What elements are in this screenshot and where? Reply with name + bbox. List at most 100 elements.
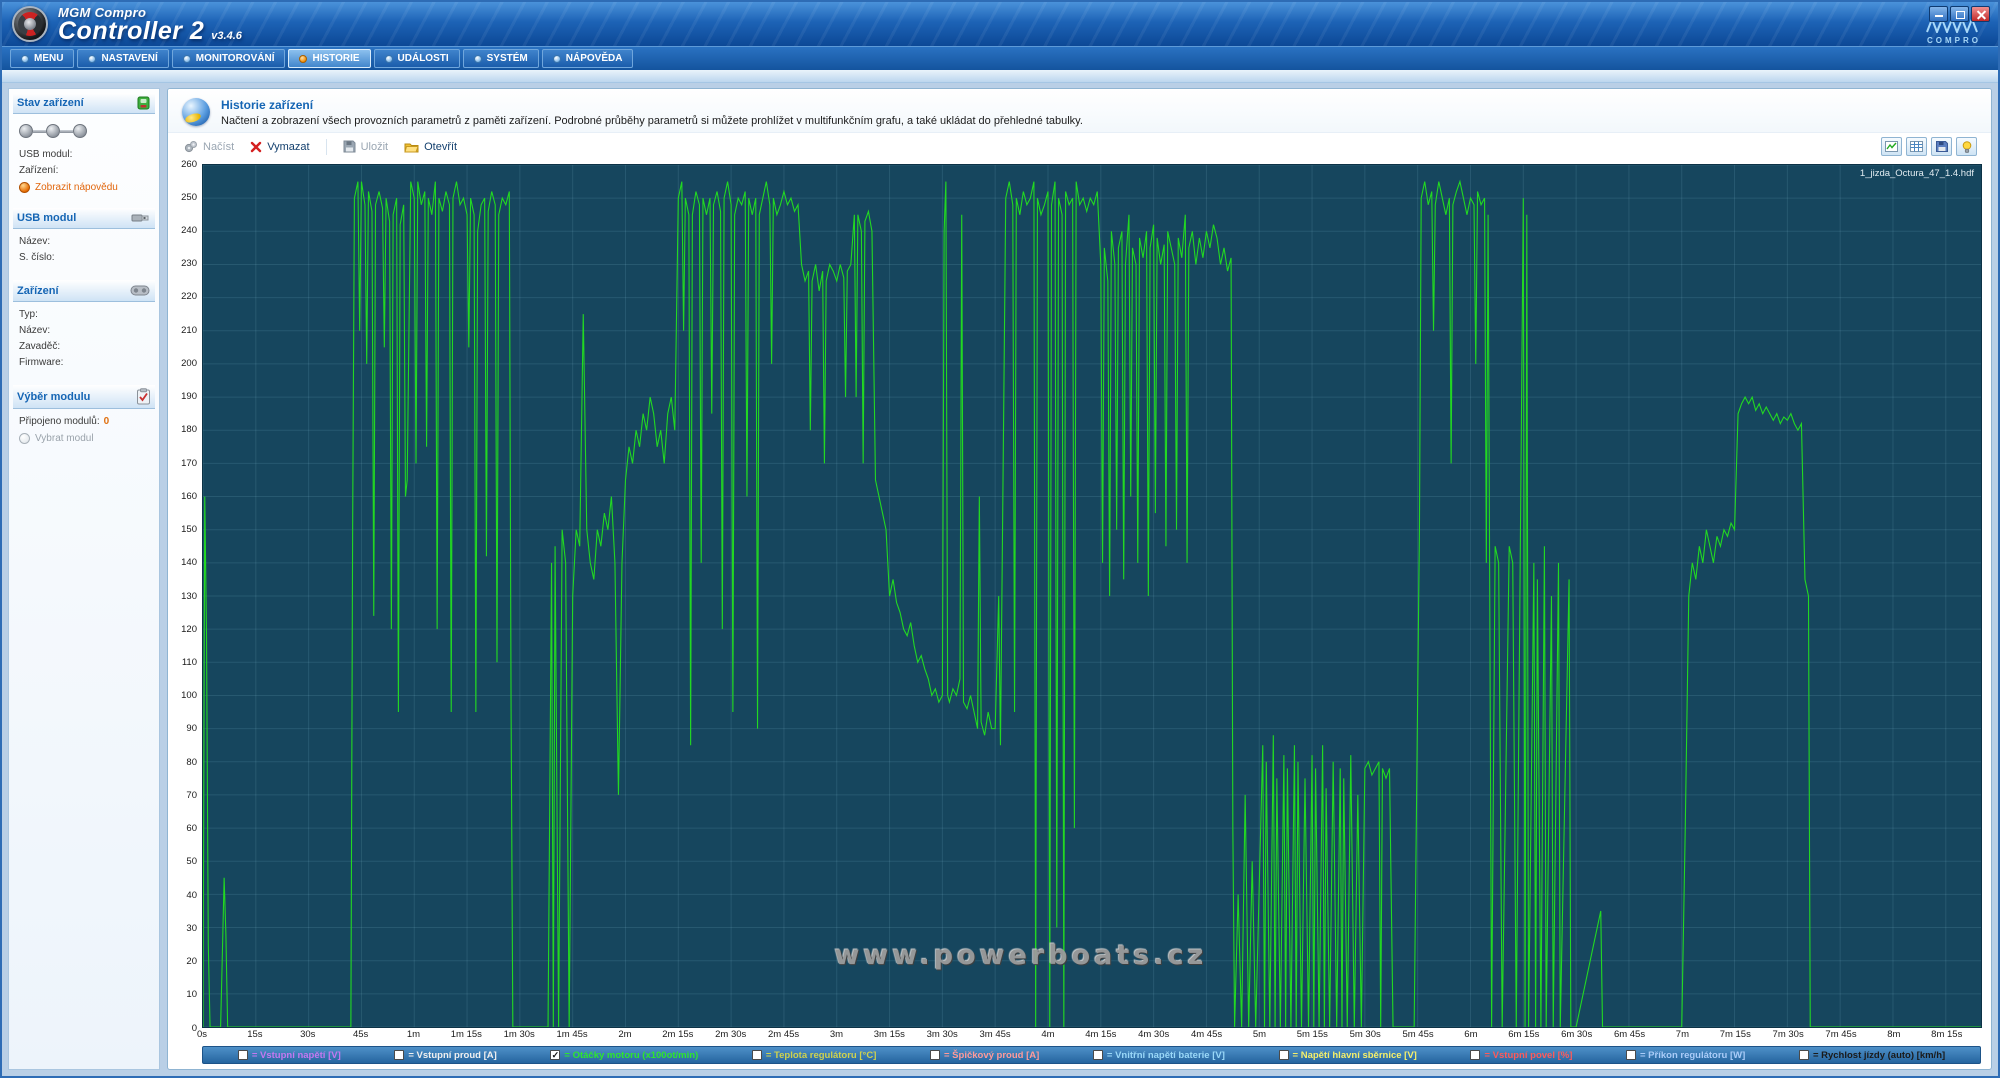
x-tick-label: 3m 30s bbox=[926, 1029, 958, 1040]
legend-checkbox[interactable] bbox=[1798, 1050, 1809, 1060]
connected-modules-label: Připojeno modulů: bbox=[19, 415, 100, 427]
legend-item[interactable]: = Vnitřní napětí baterie [V] bbox=[1092, 1050, 1225, 1061]
legend-item[interactable]: = Vstupní povel [%] bbox=[1470, 1050, 1572, 1061]
legend-label: = Vstupní proud [A] bbox=[408, 1049, 497, 1061]
graph-export-button[interactable] bbox=[1881, 137, 1902, 156]
y-tick-label: 30 bbox=[186, 922, 197, 934]
tab-menu[interactable]: MENU bbox=[10, 49, 75, 68]
device-toggle-icon bbox=[137, 96, 150, 110]
x-tick-label: 6m 30s bbox=[1561, 1029, 1593, 1040]
table-export-button[interactable] bbox=[1906, 137, 1927, 156]
tab-label: NÁPOVĚDA bbox=[565, 53, 623, 64]
gamepad-icon bbox=[130, 285, 150, 296]
device-panel-title: Zařízení bbox=[17, 284, 59, 297]
chart-plot[interactable]: 1_jizda_Octura_47_1.4.hdf www.powerboats… bbox=[202, 164, 1982, 1028]
hint-button[interactable] bbox=[1956, 137, 1977, 156]
y-tick-label: 110 bbox=[181, 656, 197, 668]
y-tick-label: 70 bbox=[186, 789, 197, 801]
y-tick-label: 210 bbox=[181, 324, 197, 336]
y-tick-label: 40 bbox=[186, 889, 197, 901]
tab-nápověda[interactable]: NÁPOVĚDA bbox=[541, 49, 634, 68]
legend-checkbox[interactable] bbox=[237, 1050, 248, 1060]
field-row: S. číslo: bbox=[15, 249, 153, 265]
x-tick-label: 4m 15s bbox=[1085, 1029, 1117, 1040]
tab-label: UDÁLOSTI bbox=[397, 53, 449, 64]
menubar: MENU NASTAVENÍ MONITOROVÁNÍ HISTORIE UDÁLOST… bbox=[2, 46, 1998, 70]
tab-systém[interactable]: SYSTÉM bbox=[462, 49, 539, 68]
tab-historie[interactable]: HISTORIE bbox=[288, 49, 371, 68]
x-tick-label: 2m 45s bbox=[768, 1029, 800, 1040]
x-tick-label: 0s bbox=[196, 1029, 208, 1040]
module-clipboard-icon bbox=[137, 388, 150, 405]
legend-label: = Špičkový proud [A] bbox=[944, 1049, 1040, 1061]
y-tick-label: 260 bbox=[181, 158, 197, 170]
load-button-label: Načíst bbox=[203, 140, 235, 153]
x-tick-label: 7m 45s bbox=[1825, 1029, 1857, 1040]
tab-label: MONITOROVÁNÍ bbox=[195, 53, 275, 64]
legend-checkbox[interactable] bbox=[394, 1050, 405, 1060]
minimize-button[interactable] bbox=[1929, 6, 1948, 22]
x-tick-label: 7m 30s bbox=[1772, 1029, 1804, 1040]
x-tick-label: 8m bbox=[1887, 1029, 1901, 1040]
legend-label: = Teplota regulátoru [°C] bbox=[765, 1049, 877, 1061]
module-select-panel: Výběr modulu Připojeno modulů: 0 Vybrat bbox=[13, 385, 155, 448]
maximize-button[interactable] bbox=[1950, 6, 1969, 22]
clear-button-label: Vymazat bbox=[267, 140, 310, 153]
legend-item[interactable]: = Příkon regulátoru [W] bbox=[1626, 1050, 1745, 1061]
clear-button[interactable]: Vymazat bbox=[250, 140, 310, 153]
legend-item[interactable]: = Vstupní napětí [V] bbox=[237, 1050, 341, 1061]
toolbar: Načíst Vymazat Uložit Otevřít bbox=[168, 132, 1991, 160]
legend-item[interactable]: = Teplota regulátoru [°C] bbox=[751, 1049, 877, 1061]
x-tick-label: 5m 15s bbox=[1296, 1029, 1328, 1040]
usb-fields: Název: S. číslo: bbox=[15, 233, 153, 265]
close-button[interactable] bbox=[1971, 6, 1990, 22]
tab-nastavení[interactable]: NASTAVENÍ bbox=[77, 49, 169, 68]
show-help-link[interactable]: Zobrazit nápovědu bbox=[15, 178, 153, 193]
red-x-icon bbox=[250, 141, 262, 152]
tab-monitorování[interactable]: MONITOROVÁNÍ bbox=[171, 49, 286, 68]
hint-bulb-icon bbox=[1962, 140, 1971, 153]
usb-module-panel: USB modul Název: S. číslo: bbox=[13, 208, 155, 265]
table-export-icon bbox=[1910, 141, 1923, 152]
watermark: www.powerboats.cz bbox=[834, 939, 1208, 971]
load-button[interactable]: Načíst bbox=[184, 140, 234, 153]
x-tick-label: 15s bbox=[247, 1029, 263, 1040]
x-tick-label: 4m 30s bbox=[1138, 1029, 1170, 1040]
tab-události[interactable]: UDÁLOSTI bbox=[373, 49, 460, 68]
open-button[interactable]: Otevřít bbox=[404, 141, 457, 153]
page-description: Načtení a zobrazení všech provozních par… bbox=[221, 115, 1083, 127]
legend-checkbox[interactable] bbox=[930, 1050, 940, 1060]
x-tick-label: 3m 45s bbox=[979, 1029, 1011, 1040]
maximize-icon bbox=[1956, 11, 1965, 19]
field-label: Typ: bbox=[19, 308, 38, 320]
tab-label: HISTORIE bbox=[312, 53, 360, 64]
legend-item[interactable]: = Rychlost jízdy (auto) [km/h] bbox=[1798, 1049, 1946, 1061]
x-tick-label: 8m 15s bbox=[1931, 1029, 1963, 1040]
tab-label: SYSTÉM bbox=[486, 53, 528, 64]
chart-region: 0 10 20 30 40 50 60 70 80 90 100 110 120 130 140 150 160… bbox=[168, 158, 1991, 1044]
legend-checkbox[interactable] bbox=[1092, 1050, 1103, 1060]
radio-icon bbox=[19, 433, 30, 444]
legend-item[interactable]: ✓ = Otáčky motoru (x100ot/min) bbox=[550, 1050, 698, 1061]
field-row: Firmware: bbox=[15, 354, 153, 370]
y-tick-label: 220 bbox=[181, 291, 197, 303]
save-button[interactable]: Uložit bbox=[343, 140, 388, 153]
x-tick-label: 4m 45s bbox=[1190, 1029, 1223, 1040]
content-area: Stav zařízení USB modul: Zařízení: Zobraz bbox=[2, 83, 1998, 1076]
legend-checkbox[interactable] bbox=[1626, 1050, 1636, 1060]
y-tick-label: 160 bbox=[181, 490, 197, 502]
legend-checkbox[interactable] bbox=[1470, 1050, 1481, 1060]
legend-item[interactable]: = Špičkový proud [A] bbox=[930, 1050, 1039, 1061]
y-tick-label: 170 bbox=[181, 457, 197, 469]
legend-item[interactable]: = Vstupní proud [A] bbox=[394, 1049, 497, 1061]
legend-checkbox-checked[interactable]: ✓ bbox=[550, 1050, 561, 1060]
legend-label: = Rychlost jízdy (auto) [km/h] bbox=[1812, 1049, 1946, 1061]
legend-item[interactable]: = Napětí hlavní sběrnice [V] bbox=[1278, 1050, 1417, 1061]
select-module-radio[interactable]: Vybrat modul bbox=[15, 429, 153, 448]
legend-checkbox[interactable] bbox=[751, 1050, 762, 1060]
y-tick-label: 60 bbox=[186, 822, 197, 834]
x-axis: 0s 15s 30s 45s 1m 1m 15s 1m 30s 1m 45s 2m 2m 15s 2… bbox=[197, 1028, 1982, 1044]
legend-checkbox[interactable] bbox=[1278, 1050, 1289, 1060]
x-tick-label: 1m 30s bbox=[503, 1029, 535, 1040]
save-image-button[interactable] bbox=[1931, 137, 1952, 156]
